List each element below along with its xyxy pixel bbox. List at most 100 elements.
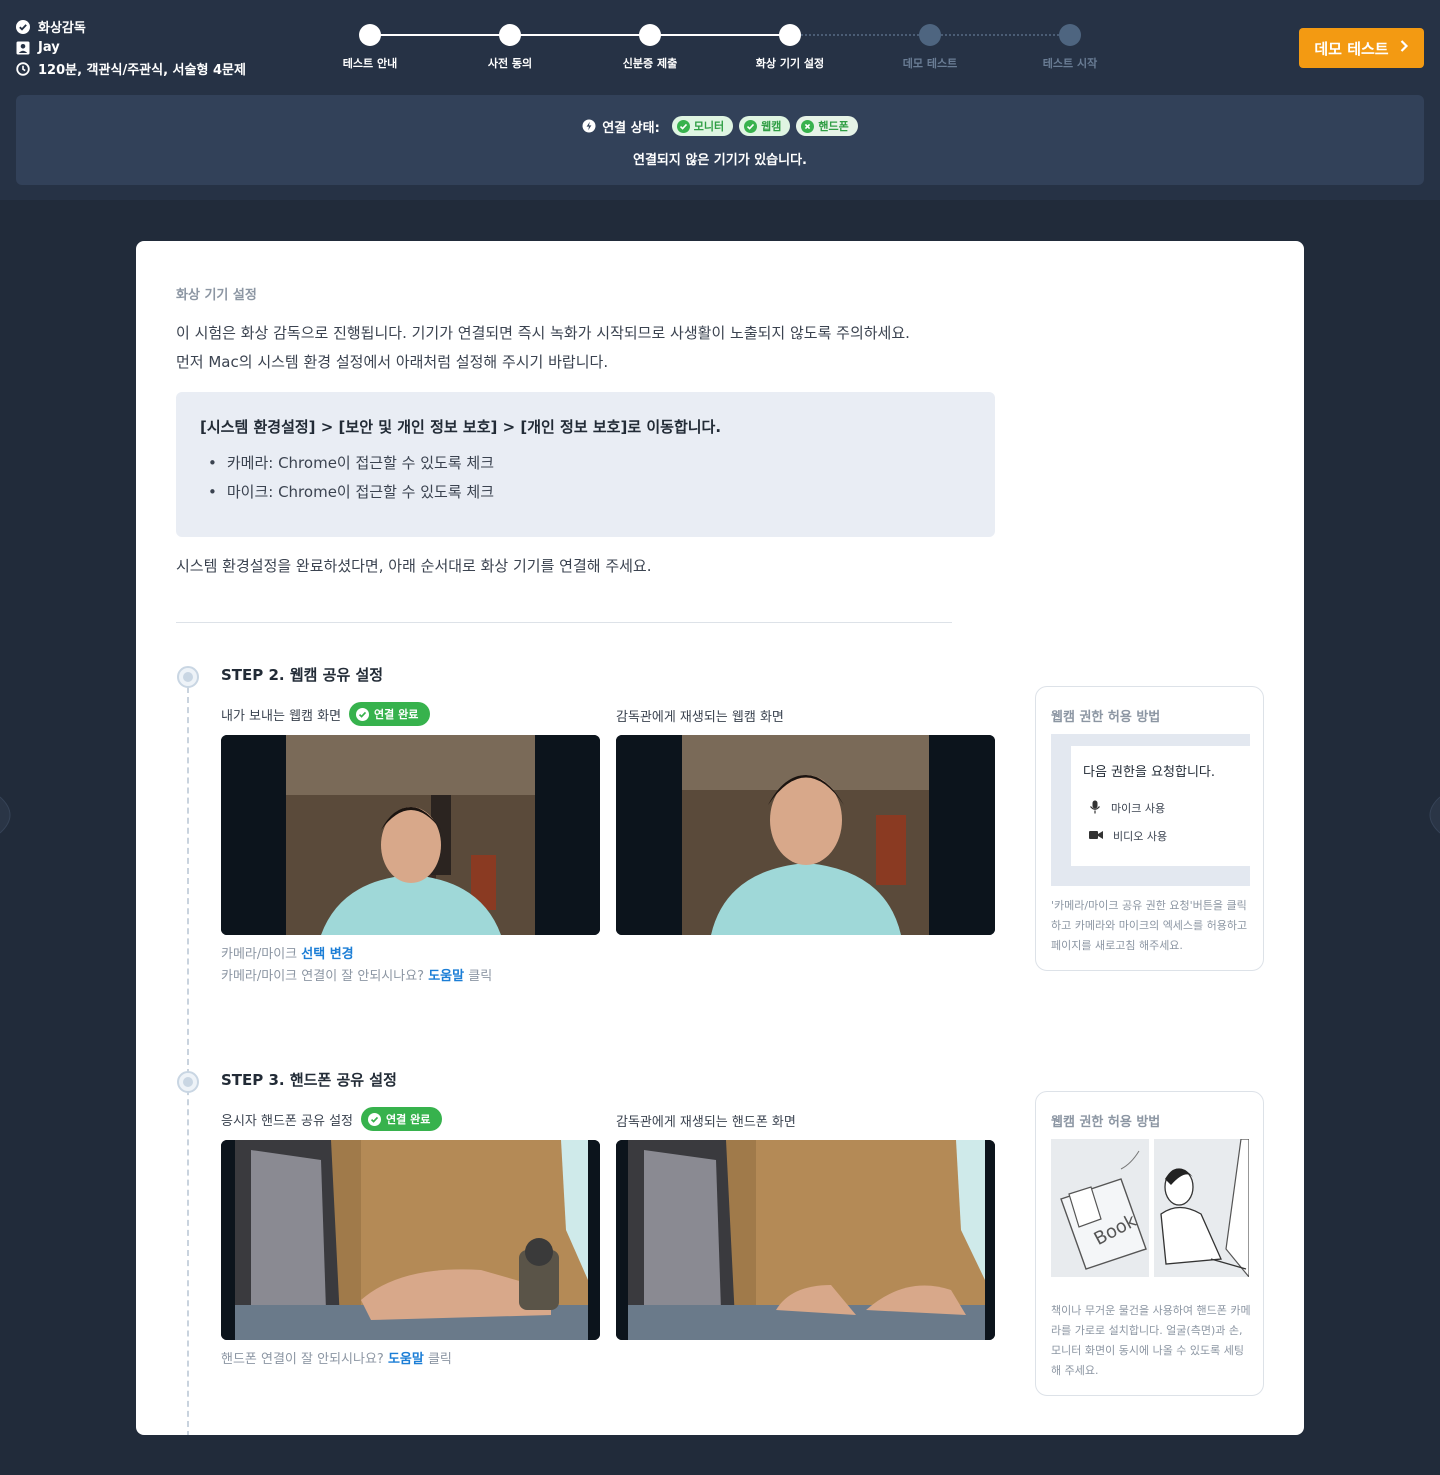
check-circle-icon [16, 19, 30, 34]
step-label: 테스트 시작 [1042, 57, 1098, 70]
device-chip-monitor: 모니터 [671, 116, 734, 136]
camera-change-hint: 카메라/마이크 선택 변경 [221, 944, 492, 966]
step-dot [639, 24, 661, 46]
phone-setup-illustration: Book [1051, 1139, 1249, 1277]
connection-warning: 연결되지 않은 기기가 있습니다. [633, 153, 807, 168]
user-name: Jay [38, 40, 60, 55]
phone-preview [221, 1140, 600, 1340]
step-dot [1059, 24, 1081, 46]
divider [176, 622, 952, 623]
video-camera-icon [1089, 830, 1103, 843]
permission-prompt-title: 다음 권한을 요청합니다. [1083, 765, 1215, 780]
webcam-preview [221, 735, 600, 935]
step-test-guide: 테스트 안내 [330, 24, 410, 71]
help-box-title: 웹캠 권한 허용 방법 [1051, 710, 1161, 725]
help-box-title: 웹캠 권한 허용 방법 [1051, 1115, 1161, 1130]
top-header: 화상감독 Jay 120분, 객관식/주관식, 서술형 4문제 테스트 안내 사… [0, 0, 1440, 200]
after-text: 시스템 환경설정을 완료하셨다면, 아래 순서대로 화상 기기를 연결해 주세요… [176, 557, 652, 575]
exam-meta: 화상감독 Jay 120분, 객관식/주관식, 서술형 4문제 [16, 16, 246, 79]
step-dot [499, 24, 521, 46]
step-label: 신분증 제출 [622, 57, 678, 70]
user-icon [16, 41, 30, 55]
chevron-right-icon [1399, 39, 1409, 57]
check-icon [744, 119, 758, 133]
webcam-help-link[interactable]: 도움말 [428, 969, 464, 984]
step-label: 화상 기기 설정 [755, 57, 825, 70]
connection-status-label: 연결 상태: [602, 120, 660, 136]
step-dot [919, 24, 941, 46]
info-item: 카메라: Chrome이 접근할 수 있도록 체크 [208, 449, 971, 478]
webcam-proctor-label: 감독관에게 재생되는 웹캠 화면 [616, 710, 784, 725]
step3-right-label: 감독관에게 재생되는 핸드폰 화면 [616, 1111, 796, 1130]
exam-info: 120분, 객관식/주관식, 서술형 4문제 [38, 63, 246, 78]
webcam-send-label: 내가 보내는 웹캠 화면 [221, 708, 342, 724]
exam-type-row: 화상감독 [16, 16, 246, 37]
check-icon [356, 707, 370, 721]
hint-text: 카메라/마이크 연결이 잘 안되시나요? [221, 969, 429, 984]
stepper-track-done [370, 34, 790, 36]
device-chip-label: 핸드폰 [818, 120, 849, 133]
step-dot [359, 24, 381, 46]
power-icon [582, 119, 596, 133]
step2-right-label: 감독관에게 재생되는 웹캠 화면 [616, 706, 784, 725]
step-consent: 사전 동의 [470, 24, 550, 71]
help-box-description: 책이나 무거운 물건을 사용하여 핸드폰 카메라를 가로로 설치합니다. 얼굴(… [1051, 1304, 1251, 1377]
step2-title: STEP 2. 웹캠 공유 설정 [221, 666, 384, 684]
step3-left-label: 응시자 핸드폰 공유 설정 연결 완료 [221, 1107, 443, 1131]
connected-badge: 연결 완료 [349, 702, 431, 726]
intro-line: 먼저 Mac의 시스템 환경 설정에서 아래처럼 설정해 주시기 바랍니다. [176, 353, 609, 371]
hint-text: 카메라/마이크 [221, 947, 302, 962]
webcam-help-box: 웹캠 권한 허용 방법 다음 권한을 요청합니다. 마이크 사용 비디오 사용 … [1035, 686, 1264, 971]
intro-line: 이 시험은 화상 감독으로 진행됩니다. 기기가 연결되면 즉시 녹화가 시작되… [176, 324, 910, 342]
help-box-description: '카메라/마이크 공유 권한 요청'버튼을 클릭하고 카메라와 마이크의 엑세스… [1051, 899, 1248, 952]
step-label: 데모 테스트 [902, 57, 958, 70]
permission-mic-label: 마이크 사용 [1111, 802, 1166, 815]
timeline-dot [177, 666, 199, 688]
exam-type: 화상감독 [38, 21, 86, 36]
timeline-dot [177, 1071, 199, 1093]
exam-info-row: 120분, 객관식/주관식, 서술형 4문제 [16, 58, 246, 79]
hint-text: 클릭 [423, 1352, 452, 1367]
step-demo-test: 데모 테스트 [890, 24, 970, 71]
camera-help-hint: 카메라/마이크 연결이 잘 안되시나요? 도움말 클릭 [221, 966, 492, 988]
step3-hints: 핸드폰 연결이 잘 안되시나요? 도움말 클릭 [221, 1349, 452, 1371]
permission-prompt-illustration: 다음 권한을 요청합니다. 마이크 사용 비디오 사용 [1051, 734, 1250, 886]
step-label: 사전 동의 [487, 57, 533, 70]
right-edge-nub [1420, 795, 1440, 835]
intro-text: 이 시험은 화상 감독으로 진행됩니다. 기기가 연결되면 즉시 녹화가 시작되… [176, 319, 910, 377]
step-device-setup: 화상 기기 설정 [750, 24, 830, 71]
info-item: 마이크: Chrome이 접근할 수 있도록 체크 [208, 478, 971, 507]
permission-mic-row: 마이크 사용 [1083, 794, 1238, 822]
check-icon [368, 1112, 381, 1126]
permission-video-row: 비디오 사용 [1083, 822, 1238, 850]
permission-video-label: 비디오 사용 [1113, 830, 1168, 843]
phone-help-link[interactable]: 도움말 [388, 1352, 424, 1367]
device-chip-webcam: 웹캠 [739, 116, 791, 136]
microphone-icon [1089, 800, 1101, 817]
webcam-proctor-view [616, 735, 995, 935]
section-title: 화상 기기 설정 [176, 288, 257, 303]
step-id-submit: 신분증 제출 [610, 24, 690, 71]
device-chip-label: 웹캠 [761, 120, 782, 133]
connected-badge: 연결 완료 [361, 1107, 443, 1131]
connected-badge-label: 연결 완료 [374, 708, 419, 721]
left-edge-nub [0, 795, 20, 835]
hint-text: 핸드폰 연결이 잘 안되시나요? [221, 1352, 388, 1367]
phone-help-hint: 핸드폰 연결이 잘 안되시나요? 도움말 클릭 [221, 1349, 452, 1371]
demo-test-button-label: 데모 테스트 [1314, 39, 1389, 58]
hint-text: 클릭 [464, 969, 493, 984]
step-label: 테스트 안내 [342, 57, 398, 70]
progress-stepper: 테스트 안내 사전 동의 신분증 제출 화상 기기 설정 데모 테스트 테스트 … [330, 24, 1130, 74]
info-list: 카메라: Chrome이 접근할 수 있도록 체크 마이크: Chrome이 접… [208, 449, 971, 507]
phone-help-box: 웹캠 권한 허용 방법 Book 책이나 무거운 물건을 사용하여 핸드폰 카메… [1035, 1091, 1264, 1396]
phone-share-label: 응시자 핸드폰 공유 설정 [221, 1113, 353, 1129]
change-device-link[interactable]: 선택 변경 [301, 947, 353, 962]
connection-status-line: 연결 상태: 모니터 웹캠 핸드폰 [16, 116, 1424, 136]
step2-hints: 카메라/마이크 선택 변경 카메라/마이크 연결이 잘 안되시나요? 도움말 클… [221, 944, 492, 988]
check-icon [676, 119, 690, 133]
user-row: Jay [16, 37, 246, 58]
demo-test-button[interactable]: 데모 테스트 [1299, 28, 1424, 68]
device-setup-card: 화상 기기 설정 이 시험은 화상 감독으로 진행됩니다. 기기가 연결되면 즉… [136, 241, 1304, 1435]
step-test-start: 테스트 시작 [1030, 24, 1110, 71]
step2-left-label: 내가 보내는 웹캠 화면 연결 완료 [221, 702, 431, 726]
